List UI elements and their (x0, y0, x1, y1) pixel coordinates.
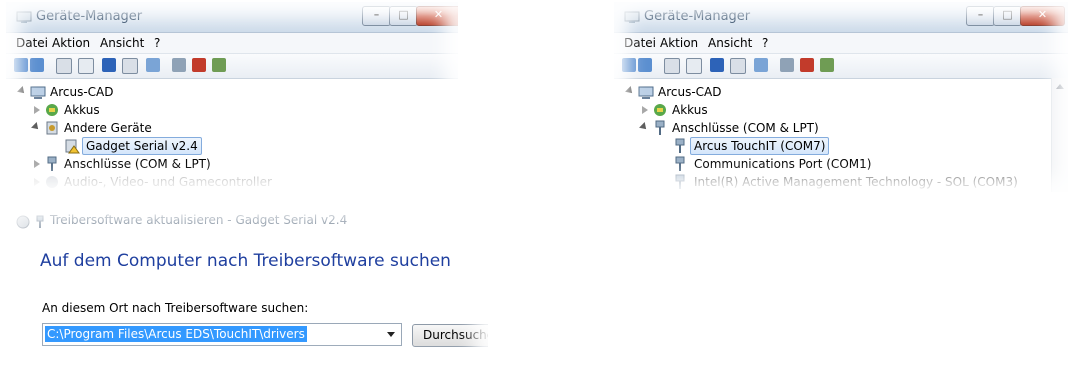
audio-icon (46, 176, 58, 188)
properties-icon[interactable] (56, 58, 72, 74)
expand-icon[interactable] (642, 106, 648, 114)
port-icon (47, 156, 57, 171)
title-bar: Geräte-Manager – □ ✕ (6, 2, 458, 33)
title-bar: Geräte-Manager – □ ✕ (614, 2, 1068, 33)
back-icon[interactable] (622, 58, 636, 72)
battery-icon (654, 104, 666, 116)
menu-aktion[interactable]: Aktion (660, 36, 698, 50)
menu-bar: Datei Aktion Ansicht ? (614, 33, 1068, 54)
computer-icon (638, 86, 654, 99)
minimize-button[interactable]: – (966, 6, 995, 26)
window-title: Geräte-Manager (644, 9, 751, 24)
port-icon (655, 120, 665, 135)
maximize-button[interactable]: □ (389, 6, 418, 26)
browse-button[interactable]: Durchsuchen... (412, 324, 488, 347)
scan-hardware-icon[interactable] (754, 58, 768, 72)
menu-help[interactable]: ? (154, 36, 160, 50)
toolbar (6, 54, 458, 79)
help-icon[interactable] (102, 58, 116, 72)
port-icon (675, 156, 685, 171)
unknown-device-icon (46, 121, 58, 135)
wizard-title: Treibersoftware aktualisieren - Gadget S… (50, 213, 348, 227)
expand-icon[interactable] (625, 86, 635, 96)
update-driver-wizard: Treibersoftware aktualisieren - Gadget S… (2, 205, 488, 374)
close-icon: ✕ (433, 8, 444, 21)
toolbar (614, 54, 1068, 79)
help-icon[interactable] (710, 58, 724, 72)
driver-path-value[interactable]: C:\Program Files\Arcus EDS\TouchIT\drive… (45, 326, 307, 342)
minimize-icon: – (373, 8, 380, 21)
device-manager-icon (16, 11, 32, 23)
driver-path-combobox[interactable]: C:\Program Files\Arcus EDS\TouchIT\drive… (42, 323, 402, 346)
uninstall-icon[interactable] (800, 58, 814, 72)
update-driver-icon[interactable] (780, 58, 794, 72)
view-icon[interactable] (686, 58, 702, 74)
chevron-down-icon[interactable] (387, 332, 395, 337)
back-arrow-icon[interactable] (16, 215, 30, 229)
maximize-icon: □ (1002, 8, 1013, 21)
menu-ansicht[interactable]: Ansicht (100, 36, 144, 50)
forward-icon[interactable] (30, 58, 44, 72)
uninstall-icon[interactable] (192, 58, 206, 72)
scroll-up-icon[interactable] (1056, 84, 1064, 89)
enable-icon[interactable] (212, 58, 226, 72)
menu-ansicht[interactable]: Ansicht (708, 36, 752, 50)
port-icon (675, 174, 685, 189)
wizard-heading: Auf dem Computer nach Treibersoftware su… (40, 251, 451, 271)
close-icon: ✕ (1037, 8, 1048, 21)
view-icon[interactable] (78, 58, 94, 74)
expand-icon[interactable] (34, 106, 40, 114)
window-title: Geräte-Manager (36, 9, 143, 24)
enable-icon[interactable] (820, 58, 834, 72)
console-icon[interactable] (730, 58, 746, 74)
console-icon[interactable] (122, 58, 138, 74)
minimize-button[interactable]: – (362, 6, 391, 26)
menu-datei[interactable]: Datei (624, 36, 656, 50)
maximize-button[interactable]: □ (993, 6, 1022, 26)
expand-icon[interactable] (34, 160, 40, 168)
properties-icon[interactable] (664, 58, 680, 74)
forward-icon[interactable] (638, 58, 652, 72)
device-manager-window-right: Geräte-Manager – □ ✕ Datei Aktion Ansich… (614, 2, 1068, 192)
path-label: An diesem Ort nach Treibersoftware suche… (42, 301, 309, 315)
expand-icon[interactable] (34, 178, 40, 186)
port-icon (36, 215, 44, 228)
menu-bar: Datei Aktion Ansicht ? (6, 33, 458, 54)
vertical-scrollbar[interactable] (1051, 78, 1068, 192)
expand-icon[interactable] (17, 86, 27, 96)
menu-help[interactable]: ? (762, 36, 768, 50)
battery-icon (46, 104, 58, 116)
menu-aktion[interactable]: Aktion (52, 36, 90, 50)
menu-datei[interactable]: Datei (16, 36, 48, 50)
scan-hardware-icon[interactable] (146, 58, 160, 72)
computer-icon (30, 86, 46, 99)
device-manager-icon (624, 11, 640, 23)
update-driver-icon[interactable] (172, 58, 186, 72)
warning-device-icon (65, 139, 80, 154)
maximize-icon: □ (398, 8, 409, 21)
close-button[interactable]: ✕ (416, 6, 458, 26)
minimize-icon: – (977, 8, 984, 21)
device-manager-window-left: Geräte-Manager – □ ✕ Datei Aktion Ansich… (6, 2, 458, 192)
back-icon[interactable] (14, 58, 28, 72)
close-button[interactable]: ✕ (1020, 6, 1065, 26)
expand-icon[interactable] (31, 122, 41, 132)
port-icon (675, 138, 685, 153)
expand-icon[interactable] (639, 122, 649, 132)
